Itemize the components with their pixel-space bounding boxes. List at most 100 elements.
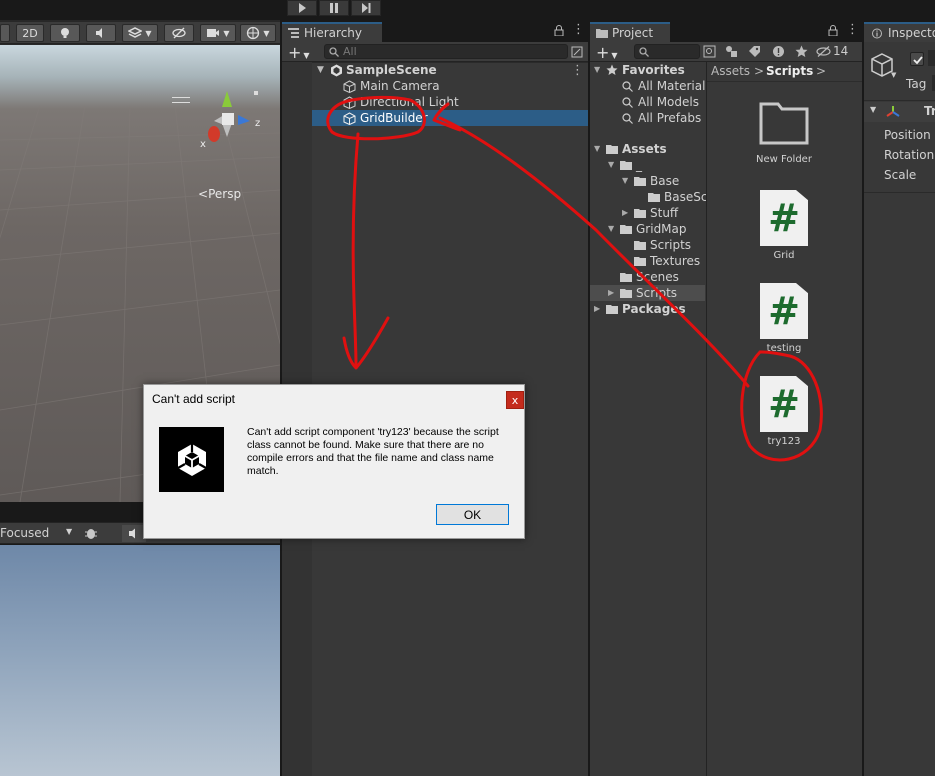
unity-scene-icon bbox=[331, 64, 342, 76]
pause-button[interactable] bbox=[319, 0, 349, 16]
project-tree: ▼ Favorites All Materials All Models All… bbox=[590, 62, 712, 776]
tree-folder-label: Scripts bbox=[636, 286, 678, 300]
folder-icon bbox=[648, 192, 660, 202]
bug-icon[interactable] bbox=[84, 526, 98, 540]
tab-inspector[interactable]: Inspecto bbox=[864, 22, 935, 42]
camera-icon bbox=[207, 29, 220, 37]
divider bbox=[864, 100, 935, 101]
asset-testing-script[interactable]: # testing bbox=[744, 283, 824, 354]
breadcrumb-scripts[interactable]: Scripts bbox=[766, 64, 813, 78]
project-search-input[interactable] bbox=[634, 44, 700, 59]
search-icon bbox=[622, 96, 633, 108]
packages-root-row[interactable]: ▶ Packages bbox=[594, 301, 686, 317]
search-icon bbox=[329, 47, 339, 57]
gizmo-drag-handle[interactable] bbox=[172, 97, 190, 103]
step-icon bbox=[362, 3, 371, 13]
dialog-message: Can't add script component 'try123' beca… bbox=[247, 426, 499, 477]
panel-splitter[interactable] bbox=[588, 20, 590, 776]
asset-grid-script[interactable]: # Grid bbox=[744, 190, 824, 261]
tab-project[interactable]: Project bbox=[590, 22, 670, 42]
create-asset-button[interactable]: + ▼ bbox=[596, 43, 618, 62]
tree-folder-basesc[interactable]: BaseSc bbox=[648, 189, 707, 205]
panel-splitter[interactable] bbox=[862, 20, 864, 776]
effects-dropdown[interactable]: ▼ bbox=[122, 24, 158, 42]
tab-hierarchy[interactable]: Hierarchy bbox=[282, 22, 382, 42]
chevron-down-icon: ▼ bbox=[145, 28, 152, 38]
tree-folder-textures[interactable]: Textures bbox=[634, 253, 700, 269]
audio-toggle-button[interactable] bbox=[86, 24, 116, 42]
tree-folder-base[interactable]: ▼ Base bbox=[622, 173, 679, 189]
gizmo-z-label: z bbox=[255, 118, 261, 129]
tag-icon[interactable] bbox=[748, 45, 761, 58]
favorite-all-prefabs[interactable]: All Prefabs bbox=[622, 110, 701, 126]
expand-arrow-icon: ▼ bbox=[622, 176, 629, 185]
tab-project-label: Project bbox=[612, 26, 654, 40]
tree-folder-underscore[interactable]: ▼ _ bbox=[608, 157, 642, 173]
hierarchy-search-input[interactable]: All bbox=[324, 44, 568, 59]
perspective-toggle[interactable]: <Persp bbox=[198, 187, 241, 201]
gameobject-cube-icon bbox=[343, 95, 356, 109]
folder-icon bbox=[620, 272, 632, 282]
gizmos-dropdown[interactable]: ▼ bbox=[240, 24, 276, 42]
plus-icon: + bbox=[288, 43, 302, 62]
warning-filter-icon[interactable] bbox=[772, 45, 785, 58]
tree-folder-gridmap[interactable]: ▼ GridMap bbox=[608, 221, 687, 237]
camera-dropdown[interactable]: ▼ bbox=[200, 24, 236, 42]
asset-try123-script[interactable]: # try123 bbox=[744, 376, 824, 447]
tree-folder-label: Scenes bbox=[636, 270, 679, 284]
tree-folder-scripts[interactable]: ▶ Scripts bbox=[590, 285, 705, 301]
hierarchy-menu-icon[interactable]: ⋮ bbox=[572, 22, 585, 37]
hierarchy-item-main-camera[interactable]: Main Camera bbox=[282, 78, 588, 94]
search-icon bbox=[622, 112, 633, 124]
focus-dropdown[interactable]: Focused ▼ bbox=[0, 526, 76, 542]
play-button[interactable] bbox=[287, 0, 317, 16]
asset-new-folder[interactable]: New Folder bbox=[744, 100, 824, 165]
breadcrumb-assets[interactable]: Assets bbox=[711, 64, 750, 78]
hidden-objects-toggle[interactable] bbox=[164, 24, 194, 42]
field-label-rotation: Rotation bbox=[884, 148, 935, 162]
search-placeholder: All bbox=[343, 45, 357, 58]
search-scope-icon[interactable] bbox=[703, 45, 716, 58]
divider bbox=[864, 192, 935, 193]
script-hash-glyph: # bbox=[768, 289, 800, 333]
eye-crossed-icon[interactable] bbox=[816, 46, 831, 57]
toggle-2d-button[interactable]: 2D bbox=[16, 24, 44, 42]
lighting-toggle-button[interactable] bbox=[50, 24, 80, 42]
ok-button[interactable]: OK bbox=[436, 504, 509, 525]
lock-icon[interactable] bbox=[828, 25, 838, 36]
tree-folder-gridmap-scripts[interactable]: Scripts bbox=[634, 237, 691, 253]
filter-type-icon[interactable] bbox=[725, 45, 738, 58]
scene-menu-icon[interactable]: ⋮ bbox=[571, 63, 584, 78]
step-button[interactable] bbox=[351, 0, 381, 16]
error-dialog: Can't add script x Can't add script comp… bbox=[143, 384, 525, 539]
chevron-down-icon: ▼ bbox=[263, 28, 270, 38]
project-menu-icon[interactable]: ⋮ bbox=[846, 22, 859, 37]
expand-arrow-icon: ▼ bbox=[608, 160, 615, 169]
lock-icon[interactable] bbox=[554, 25, 564, 36]
hierarchy-scene-row[interactable]: ▼ SampleScene ⋮ bbox=[282, 62, 588, 78]
favorite-all-models[interactable]: All Models bbox=[622, 94, 699, 110]
hierarchy-tabbar: Hierarchy ⋮ bbox=[282, 20, 588, 42]
active-checkbox[interactable] bbox=[910, 52, 924, 66]
hierarchy-item-gridbuilder[interactable]: GridBuilder bbox=[282, 110, 588, 126]
tree-folder-label: BaseSc bbox=[664, 190, 708, 204]
transform-component-header[interactable]: ▼ Tr bbox=[864, 102, 935, 122]
tree-folder-scenes[interactable]: Scenes bbox=[620, 269, 679, 285]
tree-folder-stuff[interactable]: ▶ Stuff bbox=[622, 205, 678, 221]
favorites-row[interactable]: ▼ Favorites bbox=[594, 62, 685, 78]
game-viewport[interactable] bbox=[0, 545, 280, 776]
unity-logo bbox=[159, 427, 224, 492]
assets-root-row[interactable]: ▼ Assets bbox=[594, 141, 667, 157]
gameobject-cube-icon bbox=[343, 79, 356, 93]
favorite-all-materials[interactable]: All Materials bbox=[622, 78, 712, 94]
name-field[interactable] bbox=[928, 50, 935, 66]
dialog-close-button[interactable]: x bbox=[506, 391, 524, 409]
add-object-button[interactable]: + ▼ bbox=[288, 43, 310, 62]
scene-visibility-icon[interactable] bbox=[571, 46, 583, 58]
star-icon[interactable] bbox=[795, 45, 808, 58]
hierarchy-item-directional-light[interactable]: Directional Light bbox=[282, 94, 588, 110]
lightbulb-icon bbox=[61, 28, 69, 38]
expand-arrow-icon: ▼ bbox=[870, 105, 877, 114]
folder-icon bbox=[596, 29, 608, 38]
scene-tool-button[interactable] bbox=[0, 24, 10, 42]
